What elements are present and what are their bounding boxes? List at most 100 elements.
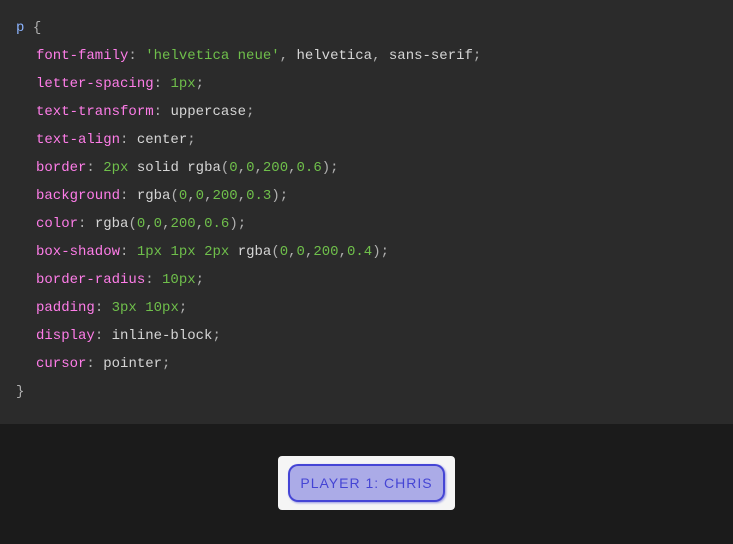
css-token: ;	[280, 188, 288, 204]
css-token: ,	[187, 188, 195, 204]
css-selector: p	[16, 20, 24, 36]
css-token: ,	[280, 48, 288, 64]
css-token	[137, 300, 145, 316]
css-token: rgba	[95, 216, 129, 232]
code-line: font-family: 'helvetica neue', helvetica…	[16, 42, 717, 70]
css-token: uppercase	[170, 104, 246, 120]
css-token: solid	[128, 160, 187, 176]
preview-area: Player 1: Chris	[0, 424, 733, 544]
css-property: text-align	[36, 132, 120, 148]
css-token: ;	[330, 160, 338, 176]
css-token: )	[372, 244, 380, 260]
css-token: sans-serif	[380, 48, 472, 64]
css-token: ,	[238, 188, 246, 204]
code-line: border: 2px solid rgba(0,0,200,0.6);	[16, 154, 717, 182]
css-token: )	[271, 188, 279, 204]
css-token: ;	[162, 356, 170, 372]
css-token: 2px	[103, 160, 128, 176]
css-token: ;	[179, 300, 187, 316]
css-token: rgba	[137, 188, 171, 204]
colon: :	[86, 356, 94, 372]
css-token: 1px	[170, 76, 195, 92]
css-token: 0.6	[297, 160, 322, 176]
css-token: ;	[196, 76, 204, 92]
css-property: border-radius	[36, 272, 145, 288]
css-token: rgba	[187, 160, 221, 176]
css-token: 0	[137, 216, 145, 232]
code-line-close: }	[16, 378, 717, 406]
colon: :	[154, 104, 162, 120]
css-property: text-transform	[36, 104, 154, 120]
css-token: (	[128, 216, 136, 232]
css-property: padding	[36, 300, 95, 316]
css-property: font-family	[36, 48, 128, 64]
open-brace: {	[33, 20, 41, 36]
close-brace: }	[16, 384, 24, 400]
css-token: ;	[473, 48, 481, 64]
css-token: 3px	[112, 300, 137, 316]
css-token: ;	[212, 328, 220, 344]
code-line: background: rgba(0,0,200,0.3);	[16, 182, 717, 210]
code-line: color: rgba(0,0,200,0.6);	[16, 210, 717, 238]
css-token: 'helvetica neue'	[145, 48, 279, 64]
css-token: ,	[196, 216, 204, 232]
css-property: display	[36, 328, 95, 344]
player-button[interactable]: Player 1: Chris	[288, 464, 444, 502]
css-token: center	[137, 132, 187, 148]
colon: :	[128, 48, 136, 64]
code-line: text-align: center;	[16, 126, 717, 154]
css-token: ,	[238, 160, 246, 176]
code-line: border-radius: 10px;	[16, 266, 717, 294]
code-line: box-shadow: 1px 1px 2px rgba(0,0,200,0.4…	[16, 238, 717, 266]
code-line: text-transform: uppercase;	[16, 98, 717, 126]
colon: :	[95, 300, 103, 316]
code-line: cursor: pointer;	[16, 350, 717, 378]
css-token: 0	[179, 188, 187, 204]
css-token: ;	[246, 104, 254, 120]
colon: :	[145, 272, 153, 288]
css-token: helvetica	[288, 48, 372, 64]
colon: :	[86, 160, 94, 176]
css-token: ,	[255, 160, 263, 176]
css-token: (	[271, 244, 279, 260]
css-token: 0	[280, 244, 288, 260]
css-token: ;	[196, 272, 204, 288]
css-property: cursor	[36, 356, 86, 372]
colon: :	[95, 328, 103, 344]
css-token: rgba	[238, 244, 272, 260]
css-token: 0.3	[246, 188, 271, 204]
css-token: )	[322, 160, 330, 176]
css-token: 1px	[170, 244, 195, 260]
colon: :	[154, 76, 162, 92]
preview-wrap: Player 1: Chris	[278, 456, 454, 510]
code-line: letter-spacing: 1px;	[16, 70, 717, 98]
css-token: pointer	[103, 356, 162, 372]
colon: :	[78, 216, 86, 232]
css-token: )	[229, 216, 237, 232]
code-line: padding: 3px 10px;	[16, 294, 717, 322]
css-token: 0	[154, 216, 162, 232]
css-token	[196, 244, 204, 260]
css-property: border	[36, 160, 86, 176]
css-token: 0	[246, 160, 254, 176]
css-property: box-shadow	[36, 244, 120, 260]
css-token: 10px	[162, 272, 196, 288]
css-token: 200	[212, 188, 237, 204]
code-line: display: inline-block;	[16, 322, 717, 350]
css-token: 0	[229, 160, 237, 176]
colon: :	[120, 188, 128, 204]
css-token: 1px	[137, 244, 162, 260]
css-property: color	[36, 216, 78, 232]
colon: :	[120, 132, 128, 148]
css-token: ;	[187, 132, 195, 148]
css-token	[229, 244, 237, 260]
css-token: ,	[288, 160, 296, 176]
code-line-selector: p {	[16, 14, 717, 42]
colon: :	[120, 244, 128, 260]
css-property: background	[36, 188, 120, 204]
css-token: 0	[297, 244, 305, 260]
css-code-block: p { font-family: 'helvetica neue', helve…	[0, 0, 733, 424]
css-token: 0.4	[347, 244, 372, 260]
css-token: 200	[313, 244, 338, 260]
css-token: 200	[263, 160, 288, 176]
